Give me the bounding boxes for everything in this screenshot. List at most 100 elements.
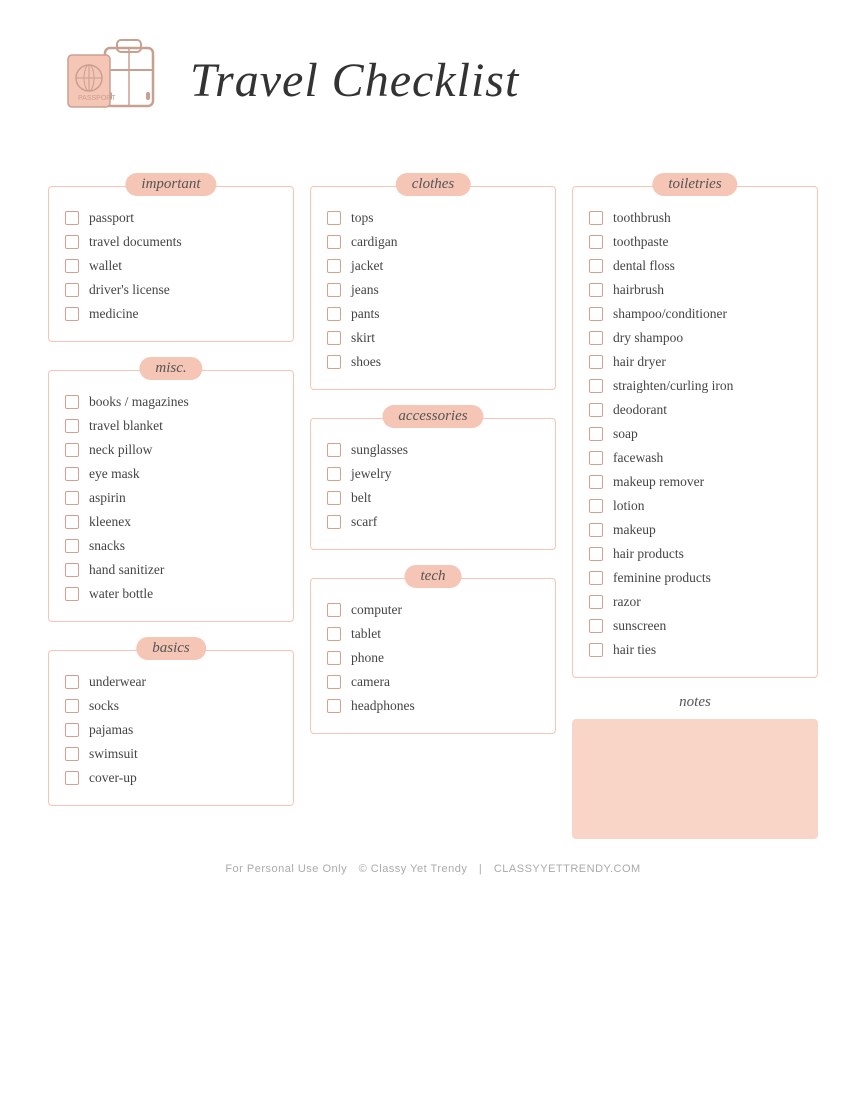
list-item: snacks [65,535,277,557]
checkbox[interactable] [589,403,603,417]
checkbox[interactable] [65,283,79,297]
checkbox[interactable] [589,211,603,225]
checkbox[interactable] [65,699,79,713]
item-label: tops [351,210,374,226]
checkbox[interactable] [589,451,603,465]
checkbox[interactable] [327,627,341,641]
checkbox[interactable] [589,307,603,321]
checkbox[interactable] [327,651,341,665]
notes-box[interactable] [572,719,818,839]
travel-icon: PASSPORT [50,20,170,140]
column-1: important passporttravel documentswallet… [40,170,302,839]
item-label: jewelry [351,466,391,482]
checkbox[interactable] [589,643,603,657]
item-label: sunscreen [613,618,666,634]
list-item: soap [589,423,801,445]
item-label: books / magazines [89,394,189,410]
page-title: Travel Checklist [190,53,519,108]
checkbox[interactable] [589,619,603,633]
list-item: jacket [327,255,539,277]
checkbox[interactable] [65,467,79,481]
item-label: aspirin [89,490,126,506]
footer-personal-use: For Personal Use Only [225,863,347,875]
list-item: hand sanitizer [65,559,277,581]
item-label: travel blanket [89,418,163,434]
item-label: passport [89,210,134,226]
item-label: toothpaste [613,234,669,250]
checkbox[interactable] [589,523,603,537]
checkbox[interactable] [327,283,341,297]
checkbox[interactable] [65,235,79,249]
checkbox[interactable] [65,587,79,601]
checkbox[interactable] [589,283,603,297]
checkbox[interactable] [589,595,603,609]
checkbox[interactable] [327,443,341,457]
list-item: travel documents [65,231,277,253]
checkbox[interactable] [65,259,79,273]
checkbox[interactable] [589,379,603,393]
checkbox[interactable] [327,331,341,345]
checkbox[interactable] [589,235,603,249]
checkbox[interactable] [65,539,79,553]
checkbox[interactable] [589,331,603,345]
item-label: swimsuit [89,746,138,762]
checkbox[interactable] [327,603,341,617]
item-label: computer [351,602,402,618]
list-item: sunscreen [589,615,801,637]
item-label: razor [613,594,641,610]
list-item: pants [327,303,539,325]
checkbox[interactable] [65,747,79,761]
checkbox[interactable] [327,515,341,529]
item-label: makeup [613,522,656,538]
checkbox[interactable] [65,675,79,689]
item-label: dry shampoo [613,330,683,346]
checkbox[interactable] [589,499,603,513]
footer: For Personal Use Only © Classy Yet Trend… [30,863,836,875]
checkbox[interactable] [65,307,79,321]
list-item: swimsuit [65,743,277,765]
checkbox[interactable] [327,355,341,369]
item-label: phone [351,650,384,666]
checkbox[interactable] [327,259,341,273]
checkbox[interactable] [65,723,79,737]
list-item: jewelry [327,463,539,485]
section-title-tech: tech [405,565,462,588]
item-label: facewash [613,450,663,466]
item-label: tablet [351,626,381,642]
checkbox[interactable] [327,467,341,481]
checkbox[interactable] [589,475,603,489]
section-title-basics: basics [136,637,206,660]
checkbox[interactable] [589,355,603,369]
list-item: jeans [327,279,539,301]
list-item: feminine products [589,567,801,589]
checkbox[interactable] [327,235,341,249]
checkbox[interactable] [65,419,79,433]
checkbox[interactable] [589,427,603,441]
checkbox[interactable] [327,675,341,689]
checkbox[interactable] [65,395,79,409]
checkbox[interactable] [327,699,341,713]
notes-section: notes [572,694,818,839]
item-label: lotion [613,498,645,514]
checkbox[interactable] [589,547,603,561]
checkbox[interactable] [65,491,79,505]
checkbox[interactable] [65,211,79,225]
important-items: passporttravel documentswalletdriver's l… [65,207,277,325]
item-label: kleenex [89,514,131,530]
misc-items: books / magazinestravel blanketneck pill… [65,391,277,605]
footer-website: CLASSYYETTRENDY.COM [494,863,641,875]
checkbox[interactable] [589,571,603,585]
checkbox[interactable] [65,515,79,529]
checkbox[interactable] [65,563,79,577]
item-label: travel documents [89,234,182,250]
checkbox[interactable] [327,307,341,321]
checkbox[interactable] [65,443,79,457]
checkbox[interactable] [65,771,79,785]
basics-items: underwearsockspajamasswimsuitcover-up [65,671,277,789]
checkbox[interactable] [327,211,341,225]
list-item: travel blanket [65,415,277,437]
item-label: dental floss [613,258,675,274]
list-item: tablet [327,623,539,645]
checkbox[interactable] [327,491,341,505]
checkbox[interactable] [589,259,603,273]
